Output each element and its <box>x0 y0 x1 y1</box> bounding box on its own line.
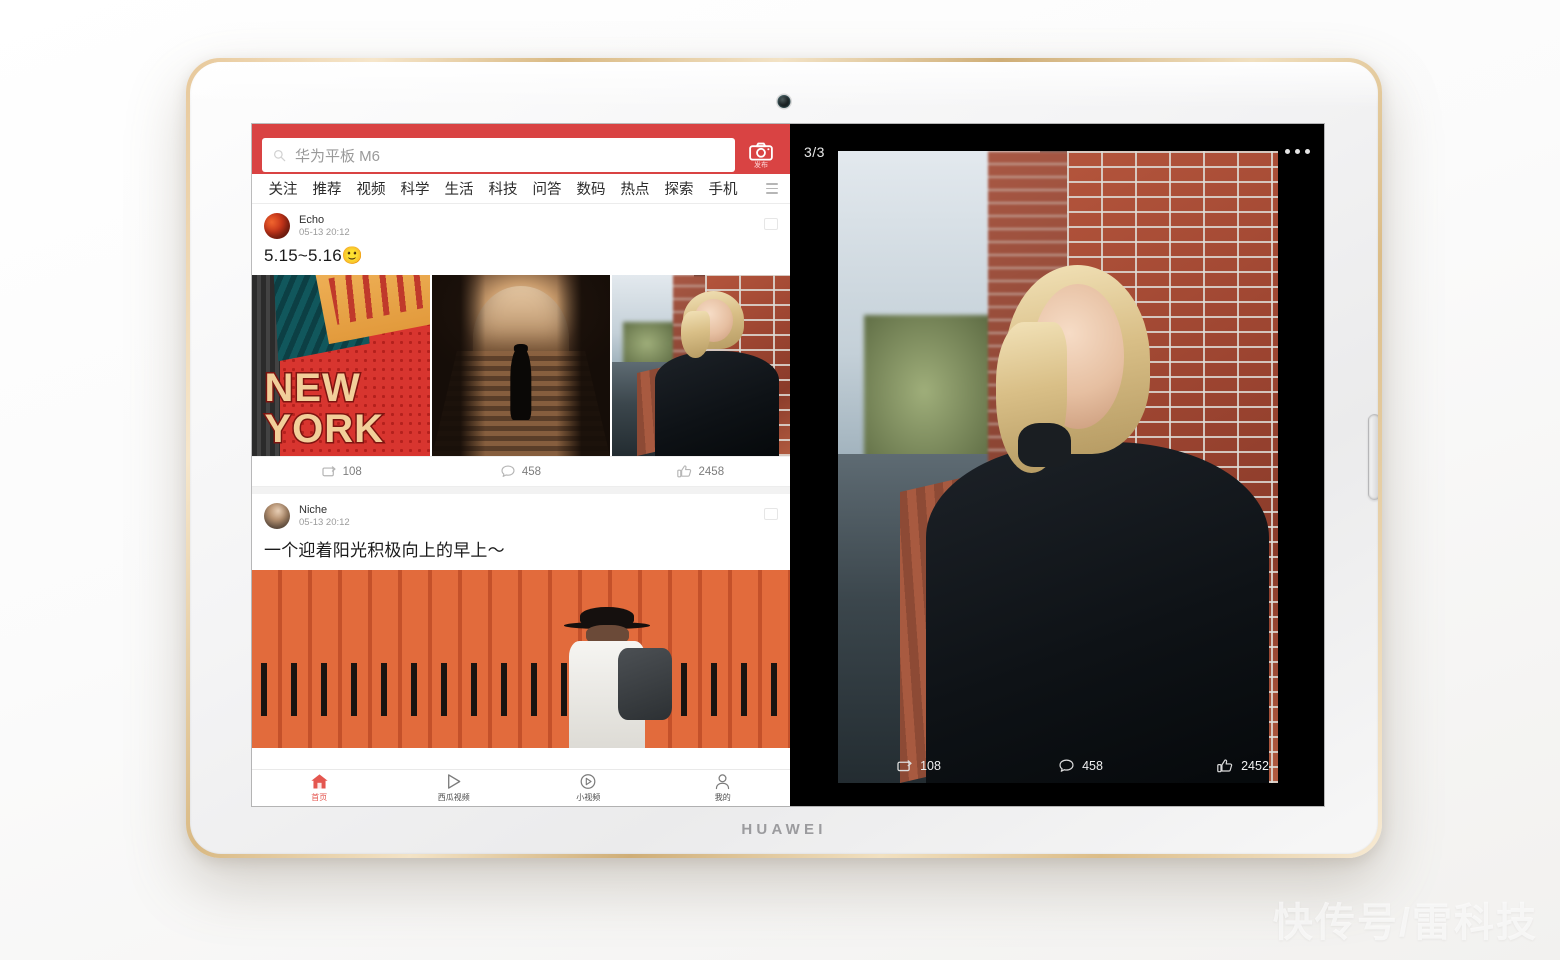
publish-button[interactable]: 发布 <box>742 136 780 174</box>
comment-stat[interactable]: 458 <box>431 465 610 478</box>
huawei-brand-logo: HUAWEI <box>741 821 827 838</box>
ellipsis-icon[interactable] <box>1285 149 1310 154</box>
author-name: Echo <box>299 214 325 226</box>
avatar[interactable] <box>264 213 290 239</box>
publish-button-label: 发布 <box>754 161 768 169</box>
share-icon <box>897 759 912 771</box>
search-icon <box>273 149 286 162</box>
photo-viewer-pane: 3/3 108 458 2452 <box>790 124 1324 806</box>
search-input[interactable]: 华为平板 M6 <box>262 138 735 172</box>
tab-shenghuo[interactable]: 生活 <box>437 178 481 199</box>
viewer-like-stat[interactable]: 2452 <box>1162 759 1324 773</box>
viewer-stats-bar: 108 458 2452 <box>838 749 1324 783</box>
tab-tuijian[interactable]: 推荐 <box>305 178 349 199</box>
like-stat[interactable]: 2458 <box>611 465 790 478</box>
feed-app-pane: 华为平板 M6 发布 关注 推荐 视频 科学 生活 科技 问答 数码 热点 探索… <box>252 124 790 806</box>
post-image-new-york-poster[interactable]: NEW YORK <box>252 275 430 456</box>
nav-item-short-video[interactable]: 小视频 <box>521 773 656 803</box>
home-icon <box>311 774 328 789</box>
post-text: 一个迎着阳光积极向上的早上～ <box>264 541 505 560</box>
nav-label-xigua-video: 西瓜视频 <box>437 793 470 802</box>
tablet-screen: 华为平板 M6 发布 关注 推荐 视频 科学 生活 科技 问答 数码 热点 探索… <box>252 124 1324 806</box>
tab-kexue[interactable]: 科学 <box>393 178 437 199</box>
user-icon <box>716 774 730 790</box>
avatar[interactable] <box>264 503 290 529</box>
post-text: 5.15~5.16🙂 <box>264 246 364 265</box>
viewer-page-counter: 3/3 <box>804 143 825 160</box>
viewer-comment-stat[interactable]: 458 <box>1000 759 1162 773</box>
tablet-frame: 华为平板 M6 发布 关注 推荐 视频 科学 生活 科技 问答 数码 热点 探索… <box>190 62 1378 854</box>
nav-label-home: 首页 <box>311 793 328 802</box>
feed-post: Echo 05-13 20:12 5.15~5.16🙂 NEW YORK 108… <box>252 204 790 487</box>
post-more-icon[interactable] <box>764 218 778 230</box>
viewer-comment-count: 458 <box>1082 759 1103 773</box>
viewer-top-bar: 3/3 <box>790 124 1324 179</box>
comment-icon <box>1059 759 1074 772</box>
post-image-man-orange-wall[interactable] <box>252 570 790 748</box>
feed-divider <box>252 487 790 494</box>
post-header: Niche 05-13 20:12 <box>252 494 790 533</box>
play-triangle-icon <box>447 774 461 789</box>
thumbs-up-icon <box>1217 759 1233 773</box>
post-more-icon[interactable] <box>764 508 778 520</box>
post-timestamp: 05-13 20:12 <box>299 517 350 528</box>
power-fingerprint-button[interactable] <box>1368 414 1378 500</box>
author-block: Niche 05-13 20:12 <box>299 504 350 528</box>
post-image-stone-stairway[interactable] <box>432 275 610 456</box>
feed-post: Niche 05-13 20:12 一个迎着阳光积极向上的早上～ <box>252 494 790 748</box>
like-count: 2458 <box>698 465 725 478</box>
viewer-share-count: 108 <box>920 759 941 773</box>
viewer-like-count: 2452 <box>1241 759 1269 773</box>
thumbs-up-icon <box>676 465 691 478</box>
comment-count: 458 <box>521 465 542 478</box>
post-image-woman-brick-wall[interactable] <box>612 275 790 456</box>
bottom-navigation-bar: 首页 西瓜视频 小视频 我的 <box>252 769 790 806</box>
tablet-device: 华为平板 M6 发布 关注 推荐 视频 科学 生活 科技 问答 数码 热点 探索… <box>186 58 1382 858</box>
category-tab-bar: 关注 推荐 视频 科学 生活 科技 问答 数码 热点 探索 手机 <box>252 174 790 204</box>
post-image-grid: NEW YORK <box>252 275 790 456</box>
share-stat[interactable]: 108 <box>252 466 431 478</box>
post-header: Echo 05-13 20:12 <box>252 204 790 243</box>
post-image-grid <box>252 570 790 748</box>
search-input-value: 华为平板 M6 <box>295 147 381 165</box>
tab-guanzhu[interactable]: 关注 <box>261 178 305 199</box>
tab-tansuo[interactable]: 探索 <box>657 178 701 199</box>
post-stats-bar: 108 458 2458 <box>252 456 790 487</box>
author-block: Echo 05-13 20:12 <box>299 214 350 238</box>
hamburger-menu-icon[interactable] <box>766 183 781 194</box>
feed-header: 华为平板 M6 发布 <box>252 124 790 174</box>
nav-label-short-video: 小视频 <box>576 793 601 802</box>
comment-icon <box>501 465 515 477</box>
watermark: 快传号/雷科技 <box>1272 901 1538 945</box>
camera-icon <box>749 142 773 161</box>
tab-shouji[interactable]: 手机 <box>701 178 745 199</box>
nav-label-profile: 我的 <box>714 793 731 802</box>
share-count: 108 <box>342 465 362 478</box>
search-row: 华为平板 M6 发布 <box>262 136 780 174</box>
tab-wenda[interactable]: 问答 <box>525 178 569 199</box>
nav-item-xigua-video[interactable]: 西瓜视频 <box>387 773 522 803</box>
front-camera-icon <box>777 95 791 108</box>
post-timestamp: 05-13 20:12 <box>299 227 350 238</box>
tab-redian[interactable]: 热点 <box>613 178 657 199</box>
nav-item-profile[interactable]: 我的 <box>656 773 791 803</box>
share-icon <box>321 465 336 476</box>
tab-keji[interactable]: 科技 <box>481 178 525 199</box>
feed-scroll-area[interactable]: Echo 05-13 20:12 5.15~5.16🙂 NEW YORK 108… <box>252 204 790 769</box>
tab-shipin[interactable]: 视频 <box>349 178 393 199</box>
tab-shuma[interactable]: 数码 <box>569 178 613 199</box>
nav-item-home[interactable]: 首页 <box>252 773 387 803</box>
viewer-share-stat[interactable]: 108 <box>838 759 1000 773</box>
author-name: Niche <box>299 504 328 516</box>
viewer-image-woman-brick-wall[interactable] <box>838 151 1278 783</box>
short-video-icon <box>580 774 596 789</box>
